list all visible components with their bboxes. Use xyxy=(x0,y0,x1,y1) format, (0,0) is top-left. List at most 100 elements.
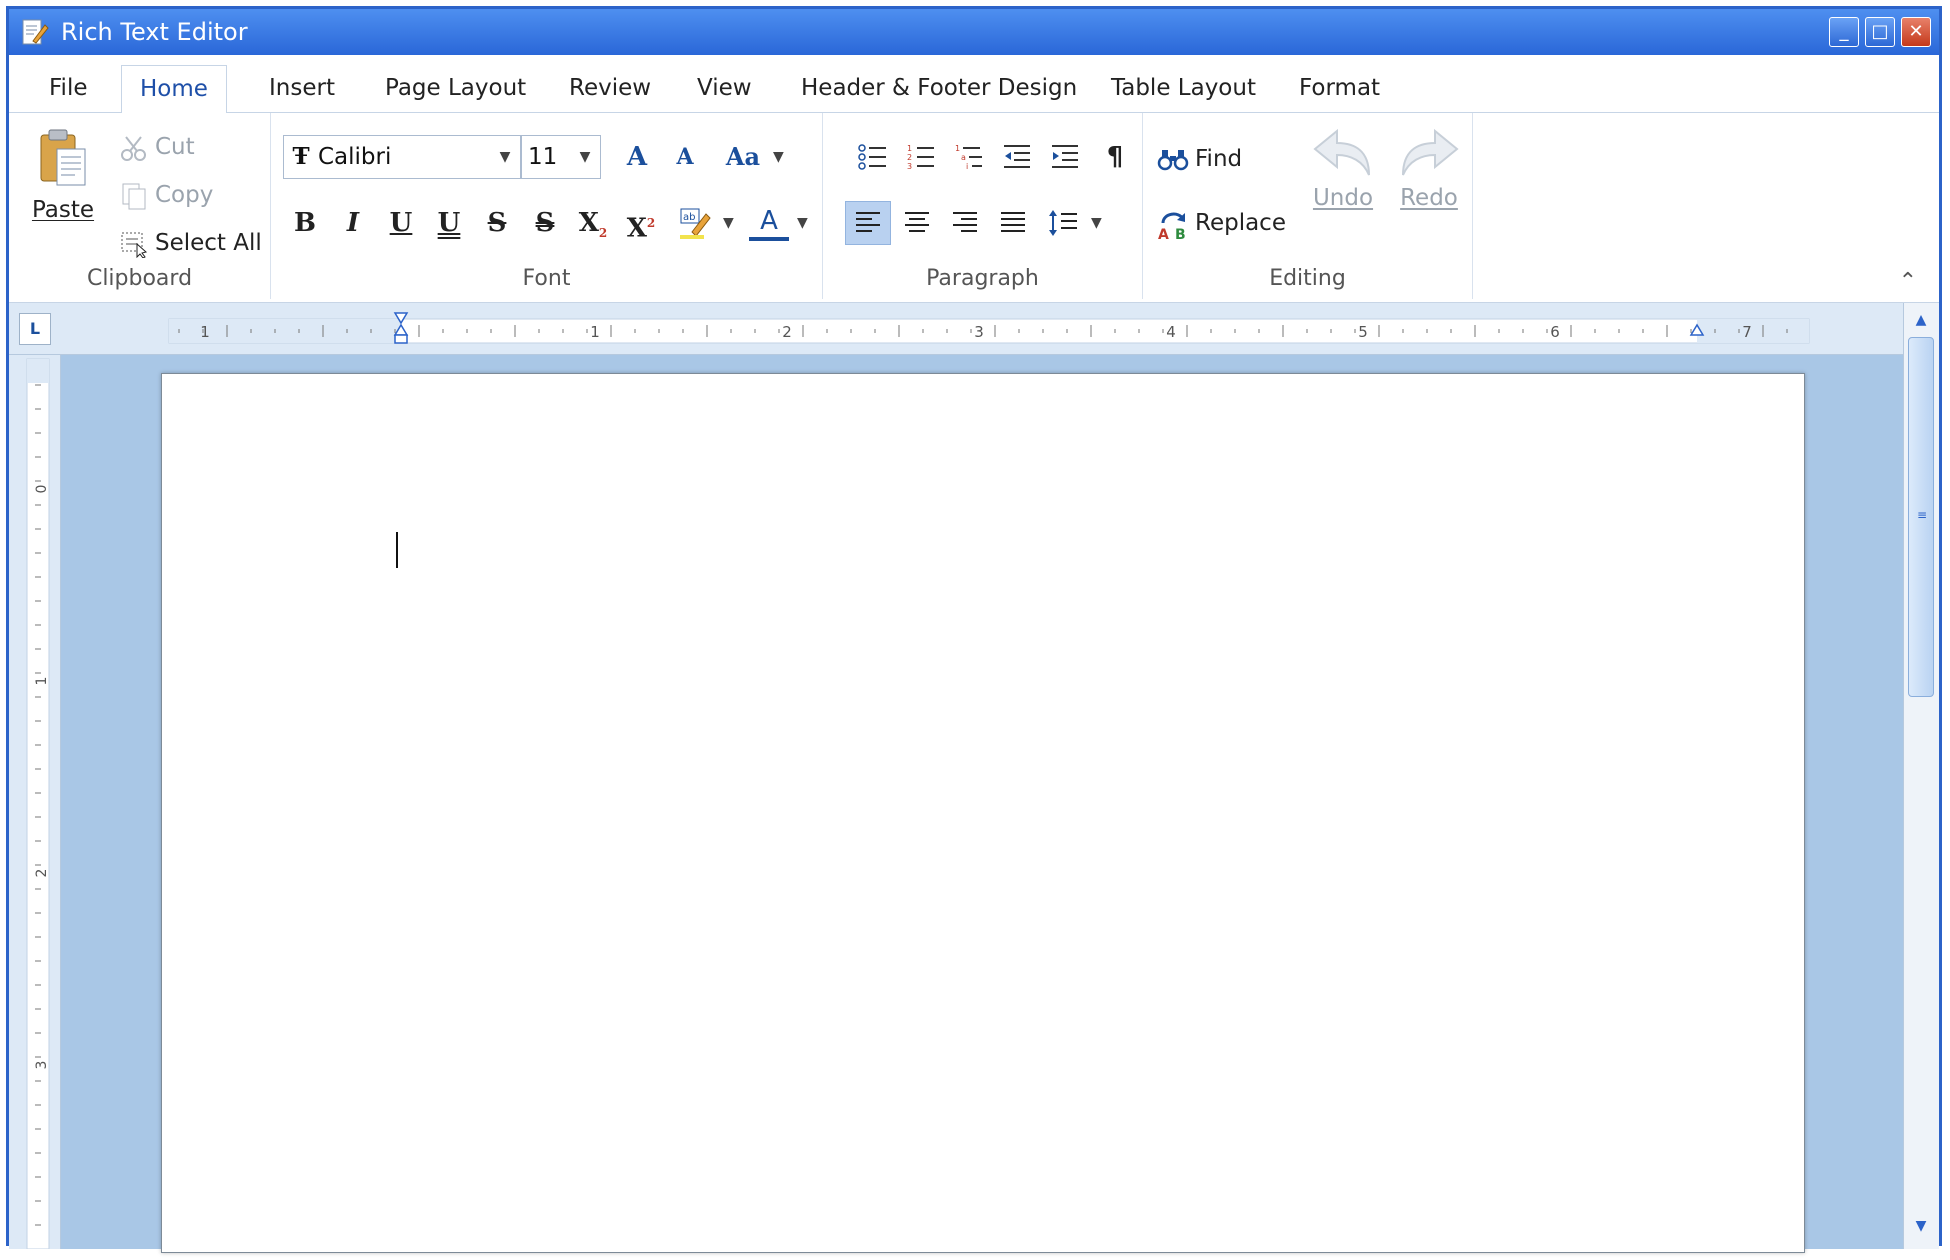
vertical-scrollbar[interactable]: ▲ ≡ ▼ xyxy=(1903,303,1939,1249)
change-case-icon: Aa xyxy=(725,142,761,171)
collapse-ribbon-button[interactable]: ⌃ xyxy=(1899,269,1917,294)
document-page[interactable] xyxy=(161,373,1805,1253)
tab-home[interactable]: Home xyxy=(121,65,227,114)
clipboard-group-label: Clipboard xyxy=(86,266,193,291)
undo-button[interactable]: Undo xyxy=(1307,125,1379,211)
redo-button[interactable]: Redo xyxy=(1393,125,1465,211)
ribbon: Paste Cut Copy Select All Clipboard Ŧ Ca… xyxy=(9,113,1939,303)
select-all-label: Select All xyxy=(155,230,262,256)
change-case-button[interactable]: Aa xyxy=(717,135,769,179)
bold-button[interactable]: B xyxy=(285,201,325,245)
chevron-up-icon: ⌃ xyxy=(1898,269,1917,294)
text-caret xyxy=(396,532,398,568)
font-size-combo[interactable]: 11 ▼ xyxy=(521,135,601,179)
svg-text:3: 3 xyxy=(907,162,912,171)
svg-text:B: B xyxy=(1175,227,1186,241)
multilevel-list-button[interactable]: 1 a i xyxy=(949,135,989,179)
double-underline-button[interactable]: U xyxy=(429,201,469,245)
font-group: Ŧ Calibri ▼ 11 ▼ A A Aa ▼ B I U U S S X2 … xyxy=(271,113,823,299)
scroll-up-button[interactable]: ▲ xyxy=(1907,307,1935,333)
v-ruler-number: 1 xyxy=(34,677,50,686)
shrink-font-button[interactable]: A xyxy=(665,135,705,179)
cut-button[interactable]: Cut xyxy=(119,129,195,165)
tab-insert[interactable]: Insert xyxy=(251,65,353,113)
italic-button[interactable]: I xyxy=(333,201,373,245)
font-color-icon: A xyxy=(760,206,778,236)
editing-group: Find A B Replace Undo Redo Editing xyxy=(1143,113,1473,299)
multilevel-list-icon: 1 a i xyxy=(955,144,982,171)
tab-review[interactable]: Review xyxy=(551,65,669,113)
find-button[interactable]: Find xyxy=(1157,141,1242,177)
double-strikethrough-button[interactable]: S xyxy=(525,201,565,245)
align-center-button[interactable] xyxy=(897,201,937,245)
svg-text:2: 2 xyxy=(907,153,912,162)
line-spacing-button[interactable] xyxy=(1043,201,1083,245)
subscript-button[interactable]: X2 xyxy=(573,201,613,245)
decrease-indent-icon xyxy=(1004,145,1030,168)
h-ruler-number: 3 xyxy=(974,323,984,341)
show-marks-button[interactable]: ¶ xyxy=(1095,135,1135,179)
bullet-list-icon xyxy=(858,144,886,170)
v-ruler-number: 2 xyxy=(34,869,50,878)
chevron-down-icon[interactable]: ▼ xyxy=(773,149,784,165)
ribbon-tabs: File Home Insert Page Layout Review View… xyxy=(9,55,1939,114)
strikethrough-icon: S xyxy=(487,208,507,238)
tab-format[interactable]: Format xyxy=(1281,65,1398,113)
minimize-button[interactable]: _ xyxy=(1829,17,1859,47)
copy-button[interactable]: Copy xyxy=(119,177,213,213)
chevron-down-icon[interactable]: ▼ xyxy=(574,136,596,178)
paste-icon xyxy=(40,129,86,186)
chevron-down-icon[interactable]: ▼ xyxy=(494,136,516,178)
justify-button[interactable] xyxy=(993,201,1033,245)
underline-button[interactable]: U xyxy=(381,201,421,245)
pilcrow-icon: ¶ xyxy=(1106,142,1124,172)
chevron-down-icon[interactable]: ▼ xyxy=(723,215,734,231)
scroll-down-button[interactable]: ▼ xyxy=(1907,1213,1935,1239)
horizontal-ruler[interactable]: L 1 1 2 3 4 5 6 7 xyxy=(9,303,1907,355)
italic-icon: I xyxy=(346,208,360,238)
decrease-indent-button[interactable] xyxy=(997,135,1037,179)
v-ruler-number: 0 xyxy=(34,485,50,494)
close-button[interactable]: ✕ xyxy=(1901,17,1931,47)
replace-button[interactable]: A B Replace xyxy=(1157,205,1286,241)
editor-window: Rich Text Editor _ □ ✕ File Home Insert … xyxy=(6,6,1942,1253)
vertical-ruler[interactable]: 0 1 2 3 xyxy=(9,355,61,1249)
scrollbar-thumb[interactable]: ≡ xyxy=(1908,337,1934,697)
find-label: Find xyxy=(1195,146,1243,172)
paste-button[interactable]: Paste xyxy=(23,127,103,223)
font-group-label: Font xyxy=(522,266,571,291)
select-all-button[interactable]: Select All xyxy=(119,225,262,261)
tab-header-footer-design[interactable]: Header & Footer Design xyxy=(783,65,1095,113)
chevron-down-icon[interactable]: ▼ xyxy=(797,215,808,231)
svg-text:a: a xyxy=(961,153,966,162)
chevron-down-icon[interactable]: ▼ xyxy=(1091,215,1102,231)
numbering-button[interactable]: 1 2 3 xyxy=(901,135,941,179)
highlight-button[interactable]: ab xyxy=(675,201,715,245)
align-center-icon xyxy=(905,212,929,232)
document-pen-icon xyxy=(22,19,49,45)
tab-file[interactable]: File xyxy=(31,65,106,113)
paste-label: Paste xyxy=(31,197,95,223)
tab-view[interactable]: View xyxy=(679,65,770,113)
strikethrough-button[interactable]: S xyxy=(477,201,517,245)
maximize-button[interactable]: □ xyxy=(1865,17,1895,47)
align-right-button[interactable] xyxy=(945,201,985,245)
undo-icon xyxy=(1313,128,1370,176)
increase-indent-icon xyxy=(1052,145,1078,168)
superscript-button[interactable]: X2 xyxy=(621,201,661,245)
increase-indent-button[interactable] xyxy=(1045,135,1085,179)
bullets-button[interactable] xyxy=(853,135,893,179)
h-ruler-number: 6 xyxy=(1550,323,1560,341)
tab-page-layout[interactable]: Page Layout xyxy=(367,65,544,113)
horizontal-ruler-scale: 1 1 2 3 4 5 6 7 xyxy=(168,312,1810,344)
chevron-up-icon: ▲ xyxy=(1915,312,1927,328)
grow-font-button[interactable]: A xyxy=(617,135,657,179)
font-color-button[interactable]: A xyxy=(749,201,789,241)
redo-icon xyxy=(1402,128,1459,176)
tab-table-layout[interactable]: Table Layout xyxy=(1093,65,1274,113)
h-ruler-number: 2 xyxy=(782,323,792,341)
underline-icon: U xyxy=(389,208,413,238)
align-left-button[interactable] xyxy=(845,201,891,245)
font-name-combo[interactable]: Ŧ Calibri ▼ xyxy=(283,135,521,179)
paragraph-group-label: Paragraph xyxy=(926,266,1039,291)
